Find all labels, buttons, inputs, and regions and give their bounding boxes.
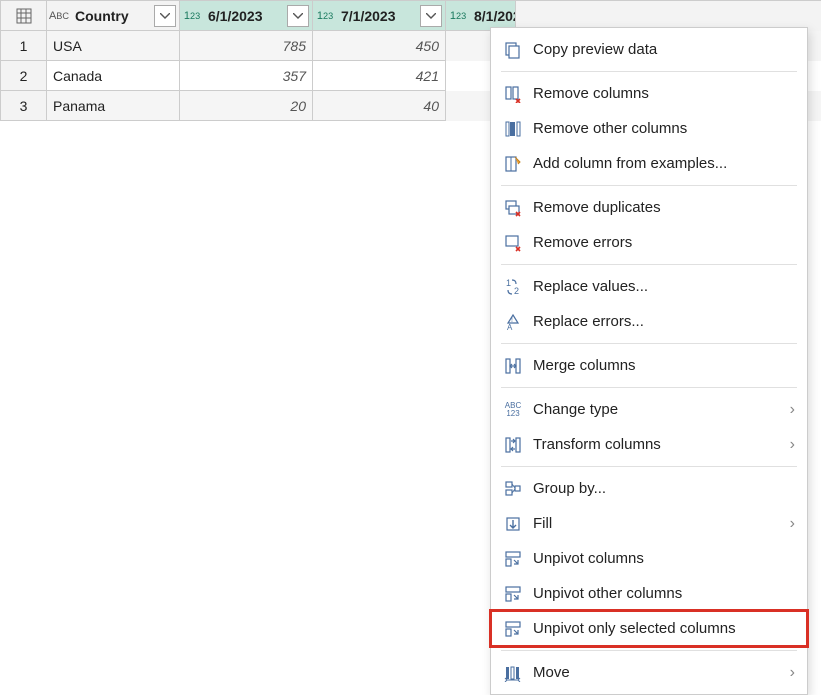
select-all-corner[interactable] xyxy=(1,1,47,31)
menu-label: Replace errors... xyxy=(533,313,795,330)
chevron-down-icon xyxy=(426,13,436,19)
chevron-down-icon xyxy=(293,13,303,19)
separator xyxy=(501,185,797,186)
row-number: 3 xyxy=(1,91,47,121)
abc-type-icon: ABC xyxy=(47,1,71,30)
menu-change-type[interactable]: ABC123 Change type › xyxy=(491,392,807,427)
menu-label: Move xyxy=(533,664,790,681)
filter-button[interactable] xyxy=(420,5,442,27)
menu-unpivot-selected-columns[interactable]: Unpivot only selected columns xyxy=(491,611,807,646)
cell-value: 357 xyxy=(180,61,313,91)
menu-copy-preview[interactable]: Copy preview data xyxy=(491,32,807,67)
menu-label: Remove columns xyxy=(533,85,795,102)
separator xyxy=(501,264,797,265)
replace-errors-icon: !A xyxy=(501,311,525,333)
column-name: 7/1/2023 xyxy=(337,8,420,24)
chevron-right-icon: › xyxy=(790,401,795,419)
cell-value: 421 xyxy=(313,61,446,91)
menu-label: Remove errors xyxy=(533,234,795,251)
menu-label: Unpivot only selected columns xyxy=(533,620,795,637)
menu-label: Copy preview data xyxy=(533,41,795,58)
remove-errors-icon xyxy=(501,232,525,254)
menu-label: Fill xyxy=(533,515,790,532)
chevron-right-icon: › xyxy=(790,436,795,454)
column-name: 6/1/2023 xyxy=(204,8,287,24)
cell-country: USA xyxy=(47,31,180,61)
context-menu: Copy preview data Remove columns Remove … xyxy=(490,27,808,695)
cell-value: 40 xyxy=(313,91,446,121)
menu-label: Merge columns xyxy=(533,357,795,374)
chevron-right-icon: › xyxy=(790,664,795,682)
separator xyxy=(501,71,797,72)
menu-label: Remove duplicates xyxy=(533,199,795,216)
menu-fill[interactable]: Fill › xyxy=(491,506,807,541)
menu-add-column-examples[interactable]: Add column from examples... xyxy=(491,146,807,181)
menu-label: Transform columns xyxy=(533,436,790,453)
menu-remove-errors[interactable]: Remove errors xyxy=(491,225,807,260)
menu-label: Replace values... xyxy=(533,278,795,295)
column-header-date2[interactable]: 123 7/1/2023 xyxy=(313,1,446,31)
menu-unpivot-other-columns[interactable]: Unpivot other columns xyxy=(491,576,807,611)
svg-text:1: 1 xyxy=(506,278,511,288)
cell-value: 20 xyxy=(180,91,313,121)
menu-label: Add column from examples... xyxy=(533,155,795,172)
add-column-icon xyxy=(501,153,525,175)
chevron-right-icon: › xyxy=(790,515,795,533)
table-icon xyxy=(16,8,32,24)
menu-remove-columns[interactable]: Remove columns xyxy=(491,76,807,111)
remove-other-columns-icon xyxy=(501,118,525,140)
move-icon xyxy=(501,662,525,684)
unpivot-selected-icon xyxy=(501,618,525,640)
separator xyxy=(501,650,797,651)
column-header-country[interactable]: ABC Country xyxy=(47,1,180,31)
column-header-date1[interactable]: 123 6/1/2023 xyxy=(180,1,313,31)
cell-country: Panama xyxy=(47,91,180,121)
transform-icon xyxy=(501,434,525,456)
replace-values-icon: 12 xyxy=(501,276,525,298)
svg-text:2: 2 xyxy=(514,286,519,296)
remove-columns-icon xyxy=(501,83,525,105)
change-type-icon: ABC123 xyxy=(501,399,525,421)
menu-unpivot-columns[interactable]: Unpivot columns xyxy=(491,541,807,576)
cell-value: 785 xyxy=(180,31,313,61)
group-by-icon xyxy=(501,478,525,500)
separator xyxy=(501,387,797,388)
menu-label: Unpivot columns xyxy=(533,550,795,567)
menu-move[interactable]: Move › xyxy=(491,655,807,690)
filter-button[interactable] xyxy=(154,5,176,27)
remove-duplicates-icon xyxy=(501,197,525,219)
menu-label: Change type xyxy=(533,401,790,418)
menu-replace-errors[interactable]: !A Replace errors... xyxy=(491,304,807,339)
menu-replace-values[interactable]: 12 Replace values... xyxy=(491,269,807,304)
unpivot-icon xyxy=(501,548,525,570)
menu-label: Unpivot other columns xyxy=(533,585,795,602)
123-type-icon: 123 xyxy=(446,1,470,30)
menu-remove-other-columns[interactable]: Remove other columns xyxy=(491,111,807,146)
menu-transform-columns[interactable]: Transform columns › xyxy=(491,427,807,462)
menu-label: Group by... xyxy=(533,480,795,497)
column-name: 8/1/2023 xyxy=(470,8,515,24)
unpivot-other-icon xyxy=(501,583,525,605)
cell-country: Canada xyxy=(47,61,180,91)
fill-icon xyxy=(501,513,525,535)
filter-button[interactable] xyxy=(287,5,309,27)
123-type-icon: 123 xyxy=(313,1,337,30)
row-number: 1 xyxy=(1,31,47,61)
separator xyxy=(501,343,797,344)
menu-label: Remove other columns xyxy=(533,120,795,137)
merge-columns-icon xyxy=(501,355,525,377)
row-number: 2 xyxy=(1,61,47,91)
menu-group-by[interactable]: Group by... xyxy=(491,471,807,506)
123-type-icon: 123 xyxy=(180,1,204,30)
menu-merge-columns[interactable]: Merge columns xyxy=(491,348,807,383)
svg-text:A: A xyxy=(507,323,513,331)
copy-icon xyxy=(501,39,525,61)
chevron-down-icon xyxy=(160,13,170,19)
column-name: Country xyxy=(71,8,154,24)
separator xyxy=(501,466,797,467)
menu-remove-duplicates[interactable]: Remove duplicates xyxy=(491,190,807,225)
cell-value: 450 xyxy=(313,31,446,61)
